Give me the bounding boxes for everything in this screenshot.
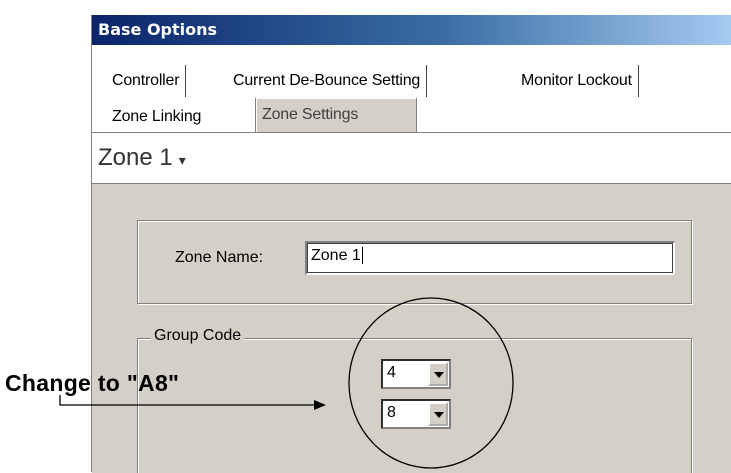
annotation-arrow-line — [59, 395, 318, 406]
highlight-circle — [348, 297, 514, 469]
annotation-overlay — [59, 297, 514, 469]
annotation-arrow-head — [314, 400, 326, 410]
